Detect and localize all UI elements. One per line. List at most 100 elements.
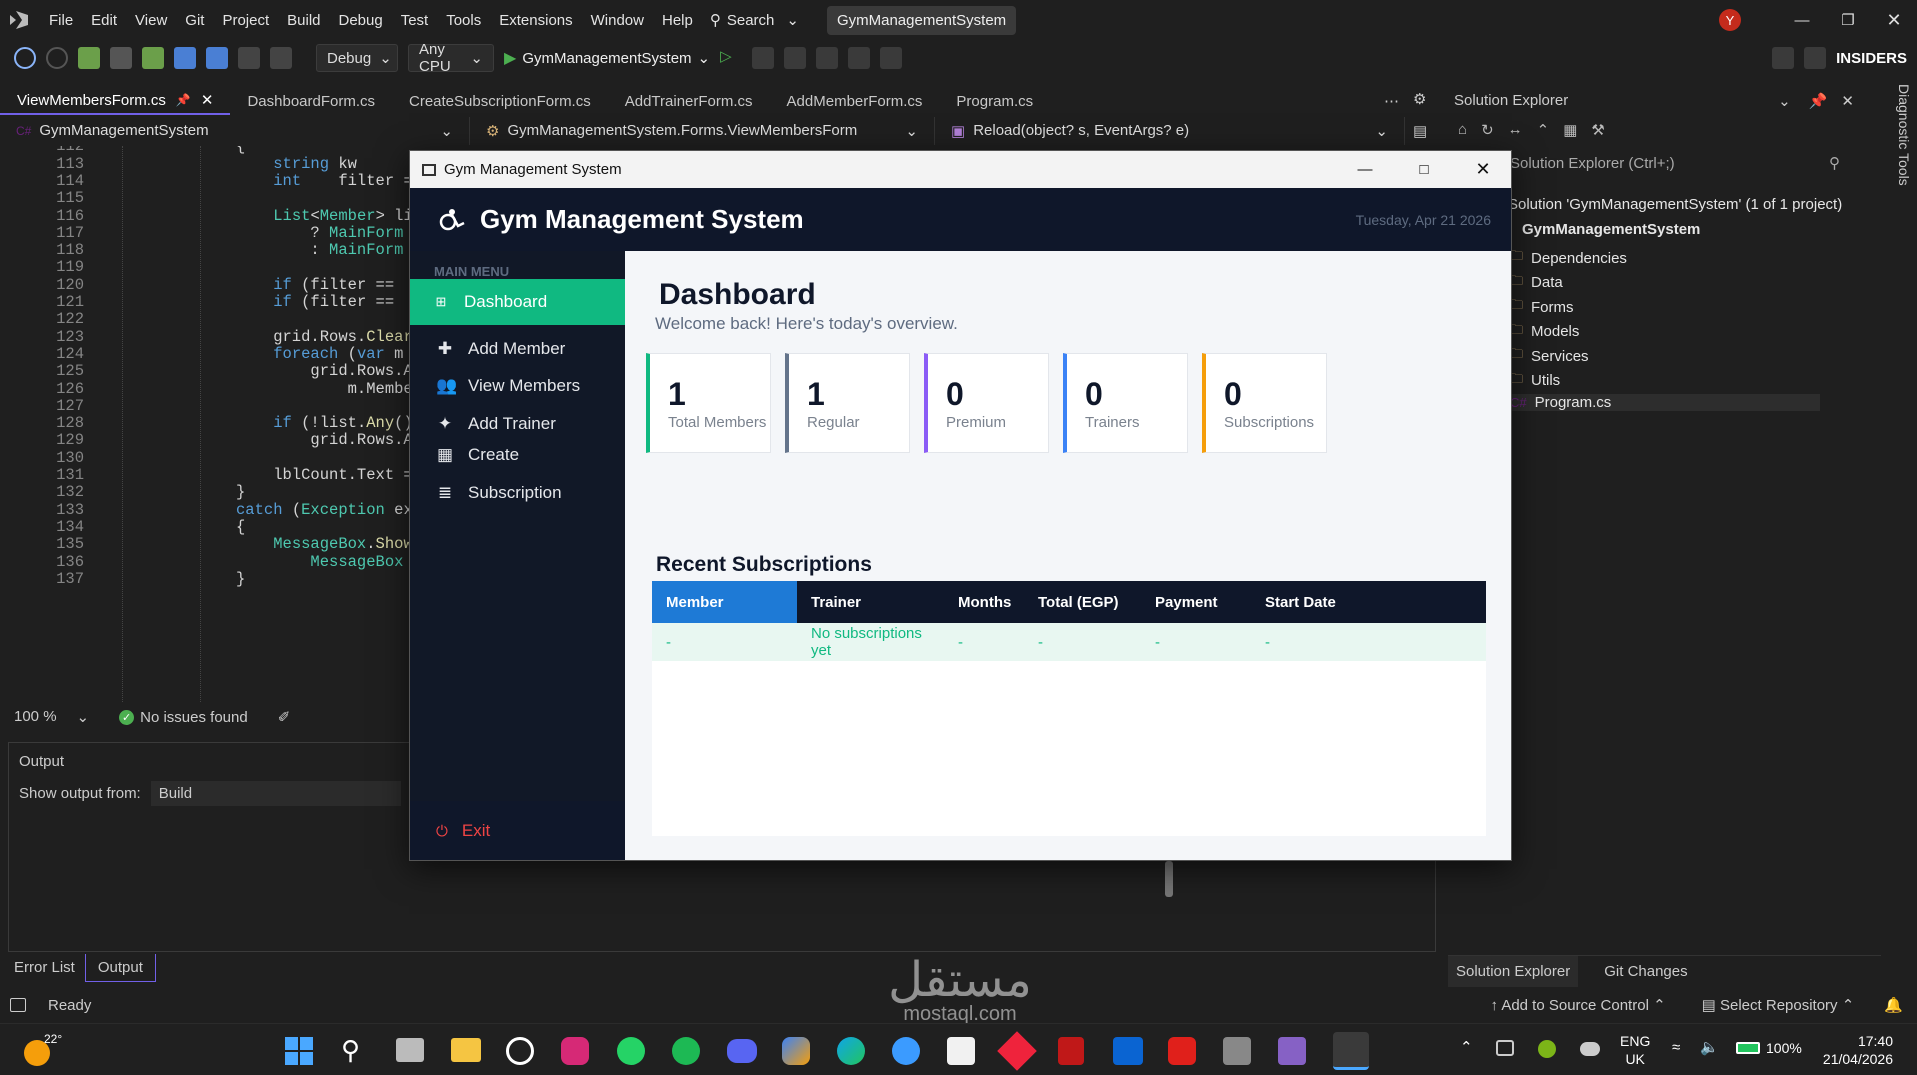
comment-icon[interactable] bbox=[848, 47, 871, 69]
tray-cloud-icon[interactable] bbox=[1580, 1042, 1600, 1056]
menu-test[interactable]: Test bbox=[392, 12, 438, 29]
menu-git[interactable]: Git bbox=[176, 12, 213, 29]
discord-icon[interactable] bbox=[727, 1039, 757, 1063]
menu-view[interactable]: View bbox=[126, 12, 176, 29]
menu-tools[interactable]: Tools bbox=[437, 12, 490, 29]
column-header-trainer[interactable]: Trainer bbox=[797, 581, 944, 623]
spotify-icon[interactable] bbox=[672, 1037, 700, 1065]
live-share-icon[interactable] bbox=[1804, 47, 1827, 69]
forward-icon[interactable] bbox=[46, 47, 68, 69]
new-project-icon[interactable] bbox=[78, 47, 100, 69]
tab-dashboardform-cs[interactable]: DashboardForm.cs bbox=[230, 87, 392, 115]
menu-project[interactable]: Project bbox=[213, 12, 278, 29]
bottom-tab-error-list[interactable]: Error List bbox=[8, 954, 81, 982]
hot-reload-icon[interactable] bbox=[752, 47, 775, 69]
split-icon[interactable]: ▤ bbox=[1413, 122, 1427, 140]
gym-close-button[interactable]: ✕ bbox=[1453, 159, 1511, 180]
menu-window[interactable]: Window bbox=[582, 12, 653, 29]
zoom-dropdown[interactable]: 100 % ⌄ bbox=[14, 708, 89, 726]
close-icon[interactable]: ✕ bbox=[1841, 92, 1854, 110]
run-button[interactable]: ▶ GymManagementSystem ⌄ bbox=[504, 48, 710, 68]
visual-studio-icon[interactable] bbox=[1278, 1037, 1306, 1065]
tab-overflow-icon[interactable]: ⋯ bbox=[1384, 92, 1399, 110]
task-view-icon[interactable] bbox=[396, 1038, 424, 1062]
properties-icon[interactable]: ⚒ bbox=[1591, 121, 1604, 139]
notifications-icon[interactable]: 🔔 bbox=[1884, 996, 1903, 1014]
solution-item-models[interactable]: 🗀 Models bbox=[1510, 321, 1579, 343]
solution-item-utils[interactable]: 🗀 Utils bbox=[1510, 370, 1560, 392]
copilot-icon[interactable] bbox=[1772, 47, 1795, 69]
chevron-down-icon[interactable]: ⌄ bbox=[1778, 92, 1791, 110]
vscode-icon[interactable] bbox=[892, 1037, 920, 1065]
close-icon[interactable]: ✕ bbox=[201, 91, 214, 109]
back-icon[interactable] bbox=[14, 47, 36, 69]
chatgpt-icon[interactable] bbox=[506, 1037, 534, 1065]
menu-file[interactable]: File bbox=[40, 12, 82, 29]
save-icon[interactable] bbox=[174, 47, 196, 69]
column-header-start-date[interactable]: Start Date bbox=[1251, 581, 1386, 623]
browse-icon[interactable] bbox=[784, 47, 807, 69]
active-app-icon[interactable] bbox=[1333, 1032, 1369, 1070]
solution-item-dependencies[interactable]: 🗀 Dependencies bbox=[1510, 247, 1627, 269]
menu-extensions[interactable]: Extensions bbox=[490, 12, 581, 29]
tab-solution-explorer[interactable]: Solution Explorer bbox=[1448, 956, 1579, 987]
solution-item-services[interactable]: 🗀 Services bbox=[1510, 345, 1589, 367]
issues-indicator[interactable]: ✓ No issues found bbox=[119, 709, 248, 726]
column-header-total-egp-[interactable]: Total (EGP) bbox=[1024, 581, 1141, 623]
exit-button[interactable]: ⏻ Exit bbox=[410, 808, 625, 854]
app-tool-icon[interactable] bbox=[1223, 1037, 1251, 1065]
brush-icon[interactable]: ✐ bbox=[278, 708, 291, 726]
column-header-member[interactable]: Member bbox=[652, 581, 797, 623]
tray-onedrive-icon[interactable] bbox=[1496, 1040, 1514, 1056]
column-header-payment[interactable]: Payment bbox=[1141, 581, 1251, 623]
tab-program-cs[interactable]: Program.cs bbox=[939, 87, 1050, 115]
menu-subscription[interactable]: ≣ Subscription bbox=[410, 470, 625, 516]
pin-icon[interactable]: 📌 bbox=[1809, 92, 1828, 110]
home-icon[interactable]: ⌂ bbox=[1458, 121, 1467, 139]
toggle-icon[interactable] bbox=[816, 47, 839, 69]
start-icon[interactable] bbox=[285, 1037, 313, 1065]
close-button[interactable]: ✕ bbox=[1871, 10, 1917, 31]
save-all-icon[interactable] bbox=[206, 47, 228, 69]
bookmark-icon[interactable] bbox=[880, 47, 903, 69]
solution-item-program-cs[interactable]: C# Program.cs bbox=[1510, 394, 1820, 411]
gym-minimize-button[interactable]: — bbox=[1335, 161, 1395, 178]
gym-maximize-button[interactable]: □ bbox=[1395, 161, 1453, 178]
search-button[interactable]: ⚲ Search ⌄ bbox=[710, 11, 799, 30]
config-dropdown[interactable]: Debug ⌄ bbox=[316, 44, 398, 72]
language-indicator[interactable]: ENG UK bbox=[1620, 1032, 1650, 1068]
redo-icon[interactable] bbox=[270, 47, 292, 69]
output-source-dropdown[interactable]: Build bbox=[150, 781, 401, 806]
tab-addtrainerform-cs[interactable]: AddTrainerForm.cs bbox=[608, 87, 770, 115]
outlook-icon[interactable] bbox=[1113, 1037, 1143, 1065]
select-repository-button[interactable]: ▤ Select Repository ⌃ bbox=[1702, 996, 1855, 1014]
output-scrollbar[interactable] bbox=[1165, 861, 1173, 897]
volume-icon[interactable]: 🔈 bbox=[1700, 1038, 1719, 1056]
file-explorer-icon[interactable] bbox=[451, 1038, 481, 1062]
copilot-app-icon[interactable] bbox=[782, 1037, 810, 1065]
class-selector[interactable]: ⚙ GymManagementSystem.Forms.ViewMembersF… bbox=[470, 116, 935, 145]
tray-chevron-icon[interactable]: ⌃ bbox=[1460, 1038, 1473, 1056]
search-icon[interactable]: ⚲ bbox=[341, 1035, 360, 1066]
tab-createsubscriptionform-cs[interactable]: CreateSubscriptionForm.cs bbox=[392, 87, 608, 115]
instagram-icon[interactable] bbox=[561, 1037, 589, 1065]
add-source-control-button[interactable]: ↑ Add to Source Control ⌃ bbox=[1490, 996, 1665, 1014]
avatar[interactable]: Y bbox=[1719, 9, 1741, 31]
tab-git-changes[interactable]: Git Changes bbox=[1578, 956, 1713, 987]
table-row[interactable]: - No subscriptions yet - - - - bbox=[652, 623, 1486, 661]
battery-indicator[interactable]: 100% bbox=[1736, 1040, 1802, 1056]
new-file-icon[interactable] bbox=[110, 47, 132, 69]
project-node[interactable]: GymManagementSystem bbox=[1522, 221, 1700, 238]
whatsapp-icon[interactable] bbox=[617, 1037, 645, 1065]
mcafee-icon[interactable] bbox=[1058, 1037, 1084, 1065]
run-without-debug-icon[interactable]: ▷ bbox=[720, 47, 742, 69]
platform-dropdown[interactable]: Any CPU ⌄ bbox=[408, 41, 494, 75]
wifi-icon[interactable]: ≈ bbox=[1672, 1039, 1680, 1056]
collapse-icon[interactable]: ↔ bbox=[1508, 121, 1523, 139]
menu-debug[interactable]: Debug bbox=[330, 12, 392, 29]
diagnostic-tools-tab[interactable]: Diagnostic Tools bbox=[1888, 84, 1912, 199]
tab-addmemberform-cs[interactable]: AddMemberForm.cs bbox=[770, 87, 940, 115]
settings-icon[interactable]: ⚙ bbox=[1413, 90, 1426, 108]
solution-node[interactable]: Solution 'GymManagementSystem' (1 of 1 p… bbox=[1508, 196, 1842, 213]
project-selector[interactable]: C# GymManagementSystem ⌄ bbox=[0, 116, 470, 145]
